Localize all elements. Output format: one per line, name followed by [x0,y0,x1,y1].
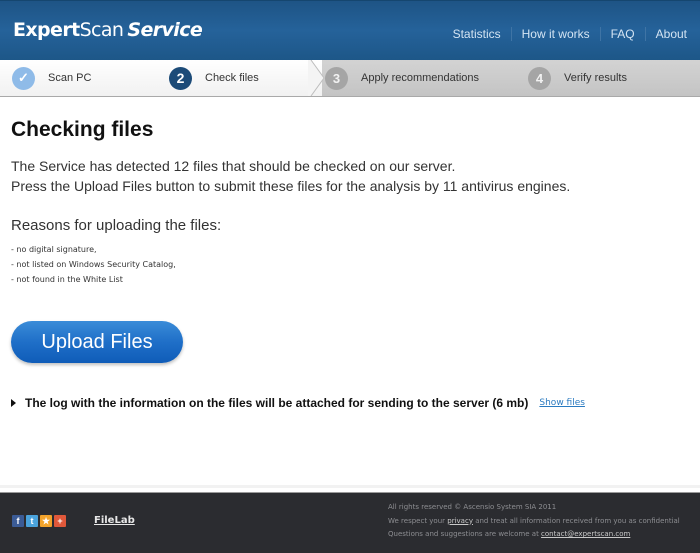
favorite-star-icon[interactable]: ★ [40,515,52,527]
step-label: Apply recommendations [361,72,480,84]
reason-item: - not found in the White List [11,275,123,284]
step-label: Scan PC [48,72,92,84]
page-title: Checking files [11,118,154,141]
privacy-text: We respect your privacy and treat all in… [388,515,680,529]
facebook-icon[interactable]: f [12,515,24,527]
social-links: f t ★ + [12,515,66,527]
step-scan-pc: ✓ Scan PC [12,66,92,90]
logo-service: Service [127,19,203,41]
step-number: 2 [169,66,192,90]
privacy-link[interactable]: privacy [447,517,473,525]
reasons-heading: Reasons for uploading the files: [11,217,222,234]
description-line-1: The Service has detected 12 files that s… [11,158,456,174]
step-apply-recommendations: 3 Apply recommendations [325,66,480,90]
add-plus-icon[interactable]: + [54,515,66,527]
logo-scan: Scan [79,19,124,41]
log-info: The log with the information on the file… [11,396,585,410]
show-files-link[interactable]: Show files [539,398,585,408]
contact-text: Questions and suggestions are welcome at… [388,528,680,542]
main-content: Checking files The Service has detected … [11,118,691,287]
filelab-link[interactable]: FileLab [94,515,135,526]
checkmark-icon: ✓ [12,66,35,90]
reasons-list: - no digital signature, - not listed on … [11,242,691,287]
step-verify-results: 4 Verify results [528,66,627,90]
step-label: Check files [205,72,259,84]
site-footer: f t ★ + FileLab All rights reserved © As… [0,493,700,553]
footer-info: All rights reserved © Ascensio System SI… [388,501,680,542]
progress-steps: ✓ Scan PC 2 Check files 3 Apply recommen… [0,60,700,97]
step-label: Verify results [564,72,627,84]
expand-triangle-icon[interactable] [11,399,16,407]
upload-files-button[interactable]: Upload Files [11,321,183,363]
logo[interactable]: ExpertScan Service [13,19,203,41]
nav-faq[interactable]: FAQ [599,27,645,41]
nav-about[interactable]: About [644,27,687,41]
nav-statistics[interactable]: Statistics [443,27,511,41]
reason-item: - not listed on Windows Security Catalog… [11,260,176,269]
twitter-icon[interactable]: t [26,515,38,527]
log-text: The log with the information on the file… [25,396,529,410]
description: The Service has detected 12 files that s… [11,156,691,196]
description-line-2: Press the Upload Files button to submit … [11,178,571,194]
step-check-files: 2 Check files [169,66,259,90]
logo-expert: Expert [13,19,80,41]
footer-separator [0,485,700,488]
privacy-suffix: and treat all information received from … [472,516,680,525]
nav-how-it-works[interactable]: How it works [510,27,600,41]
step-number: 4 [528,66,551,90]
copyright-text: All rights reserved © Ascensio System SI… [388,503,557,511]
site-header: ExpertScan Service Statistics How it work… [0,0,700,60]
privacy-prefix: We respect your [388,516,448,525]
contact-email-link[interactable]: contact@expertscan.com [541,530,630,538]
step-arrow-divider [308,60,325,96]
top-navigation: Statistics How it works FAQ About [443,27,687,41]
contact-prefix: Questions and suggestions are welcome at [388,530,542,538]
reason-item: - no digital signature, [11,245,97,254]
step-number: 3 [325,66,348,90]
